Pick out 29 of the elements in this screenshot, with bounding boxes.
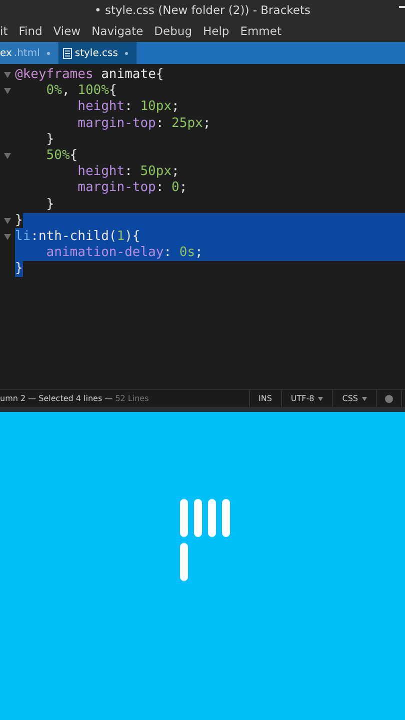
file-tab[interactable]: style.css [58,42,137,64]
code-line: height: 50px; [76,164,180,180]
code-line: margin-top: 25px; [76,116,212,132]
fold-arrow-icon[interactable] [4,218,11,224]
caret-icon [362,396,367,400]
fold-arrow-icon[interactable] [4,153,11,160]
code-line: 50%{ [45,148,79,164]
menu-item[interactable]: View [53,24,81,38]
fold-arrow-icon[interactable] [4,72,11,78]
code-line: height: 10px; [76,99,180,116]
code-line: @keyframes animate{ [15,67,165,84]
menu-item[interactable]: Find [18,24,42,38]
code-line: 0%, 100%{ [45,83,118,100]
fold-arrow-icon[interactable] [4,88,11,94]
menu-item[interactable]: it [0,24,8,38]
code-line: margin-top: 0; [76,180,188,196]
fold-arrow-icon[interactable] [4,234,11,240]
status-text: umn 2 — Selected 4 lines — 52 Lines [0,393,150,405]
menu-item[interactable]: Emmet [240,24,282,38]
window-title: • style.css (New folder (2)) - Brackets [94,3,310,17]
code-line: } [45,196,56,213]
caret-icon [318,396,324,400]
menu-item[interactable]: Debug [154,24,192,38]
code-line: } [45,132,56,148]
file-tab[interactable]: ex .html [0,42,59,64]
file-icon [62,48,72,58]
menu-item[interactable]: Navigate [92,24,144,38]
menu-item[interactable]: Help [203,24,230,38]
linter-status-icon[interactable] [385,394,393,402]
